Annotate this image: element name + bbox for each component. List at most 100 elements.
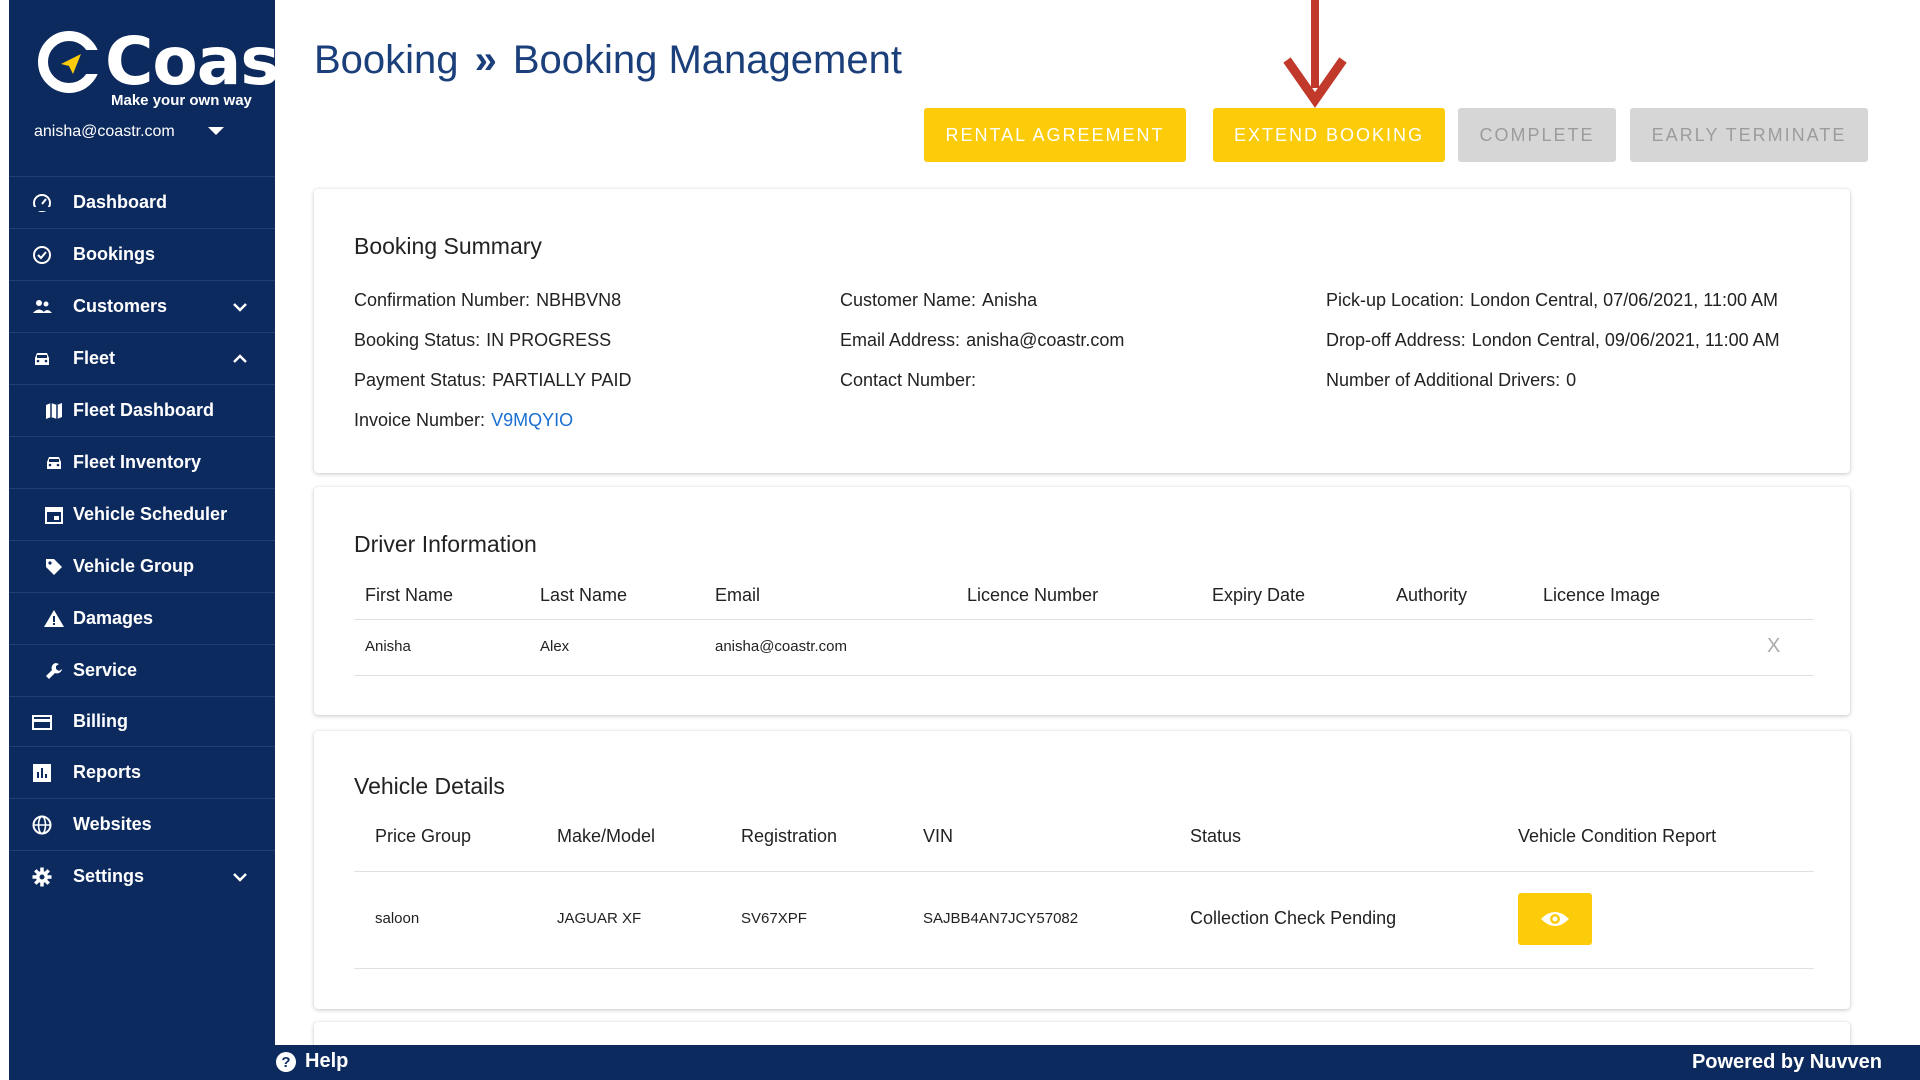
field-label: Drop-off Address: [1326,330,1466,350]
warning-icon [43,608,65,630]
main-content: Booking » Booking Management RENTAL AGRE… [275,0,1920,1080]
field-label: Contact Number: [840,370,977,390]
sidebar-item-label: Settings [73,866,145,886]
column-header: Last Name [540,585,628,605]
logo-tagline: Make your own way [111,92,252,109]
breadcrumb: Booking » Booking Management [314,38,902,83]
sidebar-item-vehicle-group[interactable]: Vehicle Group [9,540,275,592]
field-value: IN PROGRESS [486,330,612,350]
sidebar-item-label: Fleet [73,348,116,368]
pickup-location: Pick-up Location: London Central, 07/06/2… [1326,290,1778,311]
column-header: First Name [365,585,454,605]
svg-text:?: ? [281,1054,290,1071]
help-link[interactable]: ? Help [275,1050,348,1073]
dropoff-address: Drop-off Address: London Central, 09/06/2… [1326,330,1780,351]
remove-driver-button[interactable]: X [1767,635,1780,658]
map-icon [43,400,65,422]
sidebar-item-customers[interactable]: Customers [9,280,275,332]
vehicle-details-card: Vehicle Details Price Group Make/Model R… [314,731,1850,1009]
column-header: VIN [923,826,954,846]
payment-status: Payment Status: PARTIALLY PAID [354,370,631,391]
field-label: Pick-up Location: [1326,290,1465,310]
sidebar-item-service[interactable]: Service [9,644,275,696]
sidebar-item-damages[interactable]: Damages [9,592,275,644]
invoice-number: Invoice Number: V9MQYIO [354,410,573,431]
column-header: Expiry Date [1212,585,1306,605]
column-header: Registration [741,826,838,846]
gear-icon [31,866,53,888]
driver-information-card: Driver Information First Name Last Name … [314,487,1850,715]
field-value: Anisha [982,290,1038,310]
credit-card-icon [31,711,53,733]
breadcrumb-root[interactable]: Booking [314,38,459,83]
driver-first-name: Anisha [365,638,411,655]
people-icon [31,296,53,318]
powered-by: Powered by Nuvven [1691,1051,1882,1073]
table-divider [354,675,1814,676]
field-label: Invoice Number: [354,410,486,430]
help-label: Help [305,1050,349,1072]
sidebar-item-label: Fleet Dashboard [73,400,215,420]
field-label: Payment Status: [354,370,487,390]
column-header: Licence Image [1543,585,1661,605]
chevron-down-icon[interactable] [231,298,249,316]
sidebar-item-label: Websites [73,814,152,834]
check-circle-icon [31,244,53,266]
app-root: Coastr Make your own way anisha@coastr.c… [0,0,1920,1080]
sidebar-item-label: Vehicle Scheduler [73,504,228,524]
vehicle-status: Collection Check Pending [1190,908,1397,928]
user-email[interactable]: anisha@coastr.com [34,123,175,141]
vehicle-vin: SAJBB4AN7JCY57082 [923,910,1079,927]
sidebar-item-label: Damages [73,608,154,628]
extend-booking-button[interactable]: EXTEND BOOKING [1213,108,1445,162]
column-header: Email [715,585,761,605]
sidebar-item-websites[interactable]: Websites [9,798,275,850]
sidebar-item-reports[interactable]: Reports [9,746,275,798]
eye-icon [1541,912,1569,926]
early-terminate-button[interactable]: EARLY TERMINATE [1630,108,1868,162]
invoice-link[interactable]: V9MQYIO [491,410,573,430]
field-value: London Central, 07/06/2021, 11:00 AM [1470,290,1778,310]
sidebar-item-billing[interactable]: Billing [9,696,275,746]
vehicle-registration: SV67XPF [741,910,807,927]
sidebar-item-label: Vehicle Group [73,556,195,576]
field-label: Number of Additional Drivers: [1326,370,1561,390]
field-label: Email Address: [840,330,961,350]
bar-chart-icon [31,762,53,784]
table-divider [354,619,1814,620]
sidebar-nav: Dashboard Bookings Customers Fleet Fleet… [9,176,275,902]
confirmation-number: Confirmation Number: NBHBVN8 [354,290,621,311]
logo-mark-icon [38,31,103,93]
rental-agreement-button[interactable]: RENTAL AGREEMENT [924,108,1186,162]
breadcrumb-separator: » [474,38,497,82]
customer-name: Customer Name: Anisha [840,290,1037,311]
sidebar-item-vehicle-scheduler[interactable]: Vehicle Scheduler [9,488,275,540]
complete-button[interactable]: COMPLETE [1458,108,1616,162]
sidebar-item-fleet[interactable]: Fleet [9,332,275,384]
sidebar-item-bookings[interactable]: Bookings [9,228,275,280]
field-label: Customer Name: [840,290,977,310]
view-condition-report-button[interactable] [1518,893,1592,945]
sidebar-item-label: Dashboard [73,192,168,212]
wrench-icon [43,660,65,682]
table-divider [354,968,1814,969]
booking-summary-card: Booking Summary Confirmation Number: NBHB… [314,189,1850,473]
coastr-logo[interactable]: Coastr Make your own way [35,22,342,114]
field-value: 0 [1566,370,1577,390]
field-label: Booking Status: [354,330,481,350]
sidebar-item-settings[interactable]: Settings [9,850,275,902]
column-header: Price Group [375,826,472,846]
sidebar-item-fleet-inventory[interactable]: Fleet Inventory [9,436,275,488]
driver-information-title: Driver Information [354,531,537,557]
chevron-up-icon[interactable] [231,350,249,368]
chevron-down-icon[interactable] [231,868,249,886]
sidebar-item-dashboard[interactable]: Dashboard [9,176,275,228]
sidebar-item-fleet-dashboard[interactable]: Fleet Dashboard [9,384,275,436]
driver-last-name: Alex [540,638,570,655]
contact-number: Contact Number: [840,370,982,391]
table-divider [354,871,1814,872]
field-value: NBHBVN8 [536,290,622,310]
email-address: Email Address: anisha@coastr.com [840,330,1124,351]
caret-down-icon[interactable] [204,123,228,141]
column-header: Vehicle Condition Report [1518,826,1717,846]
